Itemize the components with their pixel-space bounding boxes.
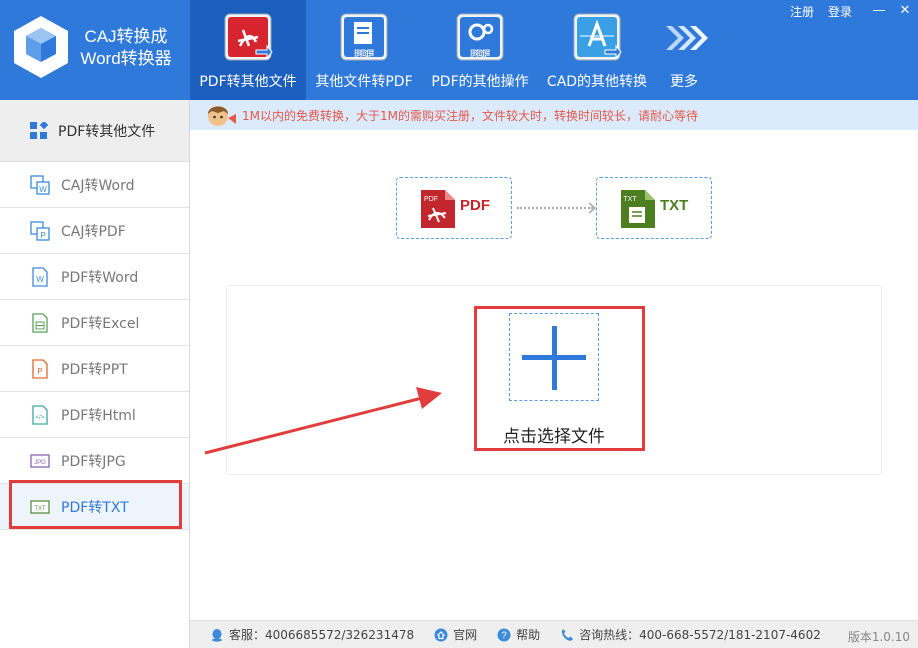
sidebar-item-pdf-ppt[interactable]: P PDF转PPT <box>0 346 189 392</box>
word-file-icon: W <box>32 266 48 287</box>
phone-icon <box>562 628 574 641</box>
source-format-label: PDF <box>460 197 490 214</box>
target-format-label: TXT <box>660 197 689 214</box>
minimize-button[interactable]: — <box>866 0 892 22</box>
help-icon: ? <box>497 628 511 641</box>
notice-text: 1M以内的免费转换，大于1M的需购买注册，文件较大时，转换时间较长，请耐心等待 <box>242 108 698 123</box>
qq-icon <box>212 628 222 642</box>
window-controls: 注册 登录 — ✕ <box>790 0 918 22</box>
cad-convert-icon <box>573 13 622 61</box>
sidebar-item-caj-word[interactable]: W CAJ转Word <box>0 162 189 208</box>
source-format-box: PDF PDF <box>396 177 512 239</box>
sidebar: PDF转其他文件 W CAJ转Word P CAJ转PDF W PDF转Word… <box>0 100 190 648</box>
sidebar-item-pdf-jpg[interactable]: JPG PDF转JPG <box>0 438 189 484</box>
customer-service: 客服：4006685572/326231478 <box>210 626 414 643</box>
svg-text:P: P <box>40 231 45 240</box>
notice-bar: 1M以内的免费转换，大于1M的需购买注册，文件较大时，转换时间较长，请耐心等待 <box>190 100 918 130</box>
nav-label: PDF的其他操作 <box>431 74 529 90</box>
highlight-box-sidebar <box>9 480 182 529</box>
website-label: 官网 <box>453 628 478 642</box>
svg-text:PDF: PDF <box>355 49 374 59</box>
pdf-tag: PDF <box>424 196 438 203</box>
sidebar-item-label: PDF转JPG <box>61 453 126 470</box>
svg-text:W: W <box>36 275 44 284</box>
caj-word-icon: W <box>30 174 50 195</box>
nav-file-to-pdf[interactable]: PDF 其他文件转PDF <box>306 0 422 100</box>
svg-text:P: P <box>37 367 42 376</box>
file-to-pdf-icon: PDF <box>340 13 388 61</box>
nav-pdf-to-other[interactable]: PDF转其他文件 <box>190 0 306 100</box>
register-link[interactable]: 注册 <box>790 3 814 20</box>
website-link[interactable]: 官网 <box>434 626 477 643</box>
annotation-arrow <box>204 387 442 455</box>
sidebar-item-label: PDF转PPT <box>61 361 128 378</box>
conversion-arrow <box>517 202 597 214</box>
txt-tag: TXT <box>623 196 637 203</box>
main-nav: PDF转其他文件 PDF 其他文件转PDF PDF PDF的其他操作 CAD的其… <box>190 0 712 100</box>
pdf-settings-icon: PDF <box>456 13 504 61</box>
nav-label: 其他文件转PDF <box>315 74 413 90</box>
app-logo-icon <box>14 16 68 78</box>
svg-text:W: W <box>39 185 47 194</box>
nav-label: CAD的其他转换 <box>546 74 648 90</box>
app-title: CAJ转换成 Word转换器 <box>78 26 174 70</box>
help-label: 帮助 <box>516 628 541 642</box>
app-title-line1: CAJ转换成 <box>84 27 168 46</box>
nav-label: PDF转其他文件 <box>199 74 297 90</box>
version-label: 版本1.0.10 <box>847 630 910 644</box>
status-bar: 客服：4006685572/326231478 官网 ? 帮助 咨询热线：400… <box>190 620 918 648</box>
hotline: 咨询热线：400-668-5572/181-2107-4602 <box>560 626 821 643</box>
sidebar-item-pdf-word[interactable]: W PDF转Word <box>0 254 189 300</box>
sidebar-header: PDF转其他文件 <box>0 100 189 162</box>
nav-pdf-operations[interactable]: PDF PDF的其他操作 <box>422 0 538 100</box>
home-icon <box>434 628 448 641</box>
hotline-text: 咨询热线：400-668-5572/181-2107-4602 <box>579 628 821 642</box>
pdf-convert-icon <box>224 13 273 61</box>
login-link[interactable]: 登录 <box>828 3 852 20</box>
svg-text:JPG: JPG <box>34 460 46 466</box>
sidebar-item-label: CAJ转Word <box>61 177 135 194</box>
customer-service-text: 客服：4006685572/326231478 <box>229 628 415 642</box>
excel-file-icon <box>32 312 48 333</box>
txt-file-icon: TXT <box>621 190 655 228</box>
svg-text:PDF: PDF <box>471 49 490 59</box>
sidebar-item-label: PDF转Word <box>61 269 139 286</box>
caj-pdf-icon: P <box>30 220 50 241</box>
sidebar-item-label: PDF转Html <box>61 407 136 424</box>
sidebar-header-label: PDF转其他文件 <box>58 123 156 140</box>
sidebar-item-label: CAJ转PDF <box>61 223 126 240</box>
highlight-box-upload <box>474 306 645 451</box>
html-file-icon: </> <box>32 404 48 425</box>
sidebar-item-label: PDF转Excel <box>61 315 140 332</box>
nav-label: 更多 <box>670 74 698 90</box>
svg-text:</>: </> <box>36 415 45 421</box>
pdf-file-icon: PDF <box>421 190 455 228</box>
title-bar: CAJ转换成 Word转换器 PDF转其他文件 PDF 其他文件转PDF PDF… <box>0 0 918 100</box>
app-title-line2: Word转换器 <box>80 49 172 68</box>
nav-cad-convert[interactable]: CAD的其他转换 <box>538 0 656 100</box>
sidebar-item-pdf-excel[interactable]: PDF转Excel <box>0 300 189 346</box>
grid-icon <box>30 121 48 139</box>
close-button[interactable]: ✕ <box>892 0 918 22</box>
svg-text:?: ? <box>501 630 507 641</box>
target-format-box: TXT TXT <box>596 177 712 239</box>
ppt-file-icon: P <box>32 358 48 379</box>
nav-more[interactable]: 更多 <box>656 0 712 100</box>
sidebar-item-pdf-html[interactable]: </> PDF转Html <box>0 392 189 438</box>
help-link[interactable]: ? 帮助 <box>497 626 540 643</box>
sidebar-item-caj-pdf[interactable]: P CAJ转PDF <box>0 208 189 254</box>
jpg-file-icon: JPG <box>30 453 50 468</box>
mascot-icon <box>208 106 236 126</box>
more-arrows-icon <box>666 26 708 50</box>
